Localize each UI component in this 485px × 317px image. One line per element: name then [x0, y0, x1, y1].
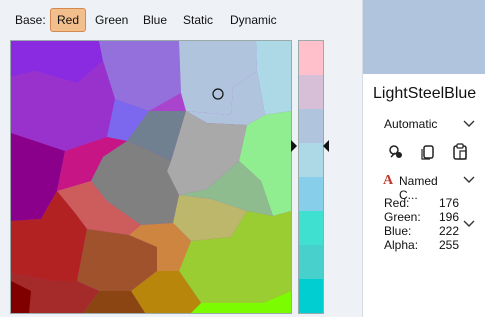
color-info-pane: LightSteelBlue Automatic A Named C... Re… — [362, 0, 485, 317]
green-value: 196 — [438, 210, 459, 224]
rgba-row-red: Red: 176 — [384, 196, 459, 210]
color-field-pane: Base: Red Green Blue Static Dynamic — [0, 0, 362, 317]
strip-marker-left-icon[interactable] — [291, 140, 297, 152]
strip-segment[interactable] — [299, 75, 323, 109]
text-a-icon: A — [383, 173, 394, 188]
tab-green[interactable]: Green — [88, 8, 135, 32]
strip-segment[interactable] — [299, 211, 323, 245]
paste-icon[interactable] — [451, 143, 469, 161]
rgba-values: Red: 176 Green: 196 Blue: 222 Alpha: 255 — [384, 196, 459, 252]
eyedropper-icon[interactable] — [387, 143, 405, 161]
chevron-down-icon[interactable] — [463, 120, 475, 128]
mode-dropdown[interactable]: Automatic — [384, 117, 437, 131]
rgba-row-alpha: Alpha: 255 — [384, 238, 459, 252]
chevron-down-icon[interactable] — [463, 176, 475, 184]
strip-segment[interactable] — [299, 279, 323, 313]
strip-segment[interactable] — [299, 177, 323, 211]
blue-label: Blue: — [384, 224, 412, 238]
strip-segment[interactable] — [299, 143, 323, 177]
strip-marker-right-icon[interactable] — [323, 140, 329, 152]
alpha-value: 255 — [438, 238, 459, 252]
tab-static[interactable]: Static — [176, 8, 220, 32]
base-toolbar: Base: Red Green Blue Static Dynamic — [0, 8, 362, 32]
strip-segment[interactable] — [299, 109, 323, 143]
tab-red[interactable]: Red — [50, 8, 87, 32]
red-value: 176 — [438, 196, 459, 210]
rgba-row-blue: Blue: 222 — [384, 224, 459, 238]
green-label: Green: — [384, 210, 421, 224]
color-name: LightSteelBlue — [373, 85, 477, 102]
tab-blue[interactable]: Blue — [136, 8, 174, 32]
alpha-label: Alpha: — [384, 238, 419, 252]
chevron-down-icon[interactable] — [463, 220, 475, 228]
base-label: Base: — [15, 13, 46, 27]
red-label: Red: — [384, 196, 410, 210]
tab-dynamic[interactable]: Dynamic — [223, 8, 284, 32]
strip-segment[interactable] — [299, 245, 323, 279]
blue-value: 222 — [438, 224, 459, 238]
hue-strip[interactable] — [298, 40, 324, 314]
mode-value: Automatic — [384, 117, 438, 131]
rgba-row-green: Green: 196 — [384, 210, 459, 224]
copy-icon[interactable] — [419, 143, 437, 161]
color-swatch — [363, 0, 485, 74]
voronoi-canvas[interactable] — [11, 41, 291, 313]
strip-segment[interactable] — [299, 41, 323, 75]
action-icons — [387, 143, 477, 161]
voronoi-color-field[interactable] — [10, 40, 292, 314]
